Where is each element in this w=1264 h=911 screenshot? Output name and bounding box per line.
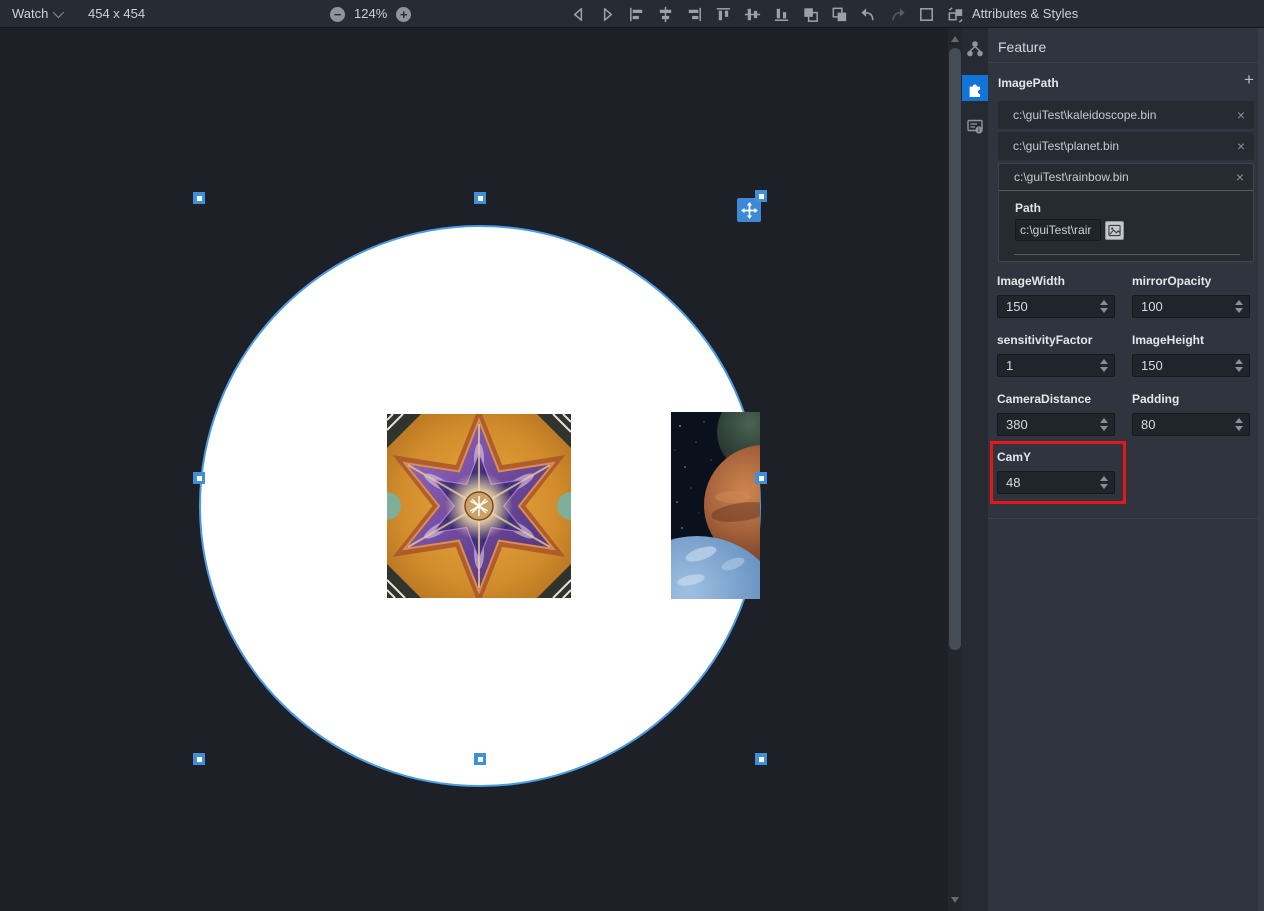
field-label: CamY xyxy=(997,450,1115,464)
form-info-icon[interactable]: i xyxy=(962,113,988,139)
path-input-row: c:\guiTest\rair xyxy=(1015,219,1124,241)
panel-icon-strip: i xyxy=(962,28,988,911)
selection-handle-middle-left[interactable] xyxy=(193,472,205,484)
panel-title: Attributes & Styles xyxy=(972,0,1078,28)
redo-icon[interactable] xyxy=(887,4,908,25)
divider xyxy=(988,518,1258,519)
close-icon[interactable]: × xyxy=(1236,169,1253,185)
imagepath-label: ImagePath xyxy=(998,76,1059,90)
sensitivityfactor-input[interactable]: 1 xyxy=(997,354,1115,377)
undo-icon[interactable] xyxy=(858,4,879,25)
padding-input[interactable]: 80 xyxy=(1132,413,1250,436)
feature-section-title: Feature xyxy=(998,39,1046,55)
field-label: mirrorOpacity xyxy=(1132,274,1250,288)
panel-scrollbar[interactable] xyxy=(1258,28,1264,911)
align-right-icon[interactable] xyxy=(684,4,705,25)
spinner-arrows[interactable] xyxy=(1100,418,1114,431)
align-top-icon[interactable] xyxy=(713,4,734,25)
add-imagepath-button[interactable]: + xyxy=(1240,71,1258,89)
selection-handle-middle-right[interactable] xyxy=(755,472,767,484)
mirroropacity-input[interactable]: 100 xyxy=(1132,295,1250,318)
spinner-arrows[interactable] xyxy=(1235,418,1249,431)
planet-image[interactable] xyxy=(671,412,760,599)
path-input[interactable]: c:\guiTest\rair xyxy=(1015,219,1101,241)
align-left-icon[interactable] xyxy=(626,4,647,25)
imagepath-value: c:\guiTest\kaleidoscope.bin xyxy=(998,108,1237,122)
select-rect-icon[interactable] xyxy=(916,4,937,25)
imagepath-value: c:\guiTest\planet.bin xyxy=(998,139,1237,153)
divider xyxy=(1014,254,1240,255)
imageheight-input[interactable]: 150 xyxy=(1132,354,1250,377)
nav-back-icon[interactable] xyxy=(568,4,589,25)
field-label: Padding xyxy=(1132,392,1250,406)
field-imageheight: ImageHeight 150 xyxy=(1132,333,1250,377)
zoom-in-button[interactable]: + xyxy=(396,7,411,22)
field-label: ImageHeight xyxy=(1132,333,1250,347)
scrollbar-thumb[interactable] xyxy=(949,48,961,650)
canvas-size-label: 454 x 454 xyxy=(88,0,145,28)
scroll-down-arrow[interactable] xyxy=(951,897,959,903)
field-label: sensitivityFactor xyxy=(997,333,1115,347)
attributes-panel: Feature ImagePath + c:\guiTest\kaleidosc… xyxy=(988,28,1264,911)
watch-dropdown[interactable]: Watch xyxy=(12,0,61,28)
bring-to-front-icon[interactable] xyxy=(800,4,821,25)
spinner-arrows[interactable] xyxy=(1235,300,1249,313)
imagepath-item-kaleidoscope[interactable]: c:\guiTest\kaleidoscope.bin × xyxy=(998,101,1254,129)
close-icon[interactable]: × xyxy=(1237,138,1254,154)
scroll-up-arrow[interactable] xyxy=(951,36,959,42)
path-field-label: Path xyxy=(1015,201,1041,215)
send-to-back-icon[interactable] xyxy=(829,4,850,25)
selection-handle-top-right[interactable] xyxy=(755,190,767,202)
spinner-arrows[interactable] xyxy=(1100,359,1114,372)
cameradistance-input[interactable]: 380 xyxy=(997,413,1115,436)
selection-handle-bottom-right[interactable] xyxy=(755,753,767,765)
field-imagewidth: ImageWidth 150 xyxy=(997,274,1115,318)
nav-forward-icon[interactable] xyxy=(597,4,618,25)
align-middle-vertical-icon[interactable] xyxy=(742,4,763,25)
zoom-level-label: 124% xyxy=(354,0,387,28)
kaleidoscope-image[interactable] xyxy=(387,414,571,598)
spinner-arrows[interactable] xyxy=(1100,300,1114,313)
hierarchy-icon[interactable] xyxy=(962,36,988,62)
field-camy: CamY 48 xyxy=(997,450,1115,494)
puzzle-icon[interactable] xyxy=(962,75,988,101)
imagepath-item-rainbow[interactable]: c:\guiTest\rainbow.bin × xyxy=(999,164,1253,191)
design-canvas[interactable] xyxy=(0,28,948,911)
field-padding: Padding 80 xyxy=(1132,392,1250,436)
chevron-down-icon xyxy=(53,7,64,18)
path-input-value: c:\guiTest\rair xyxy=(1020,223,1091,237)
selection-handle-top-center[interactable] xyxy=(474,192,486,204)
align-center-horizontal-icon[interactable] xyxy=(655,4,676,25)
selection-handle-bottom-center[interactable] xyxy=(474,753,486,765)
field-cameradistance: CameraDistance 380 xyxy=(997,392,1115,436)
image-picker-button[interactable] xyxy=(1105,221,1124,240)
field-label: CameraDistance xyxy=(997,392,1115,406)
field-sensitivityfactor: sensitivityFactor 1 xyxy=(997,333,1115,377)
imagepath-item-rainbow-expanded: c:\guiTest\rainbow.bin × Path c:\guiTest… xyxy=(998,163,1254,262)
spinner-arrows[interactable] xyxy=(1235,359,1249,372)
close-icon[interactable]: × xyxy=(1237,107,1254,123)
watch-label: Watch xyxy=(12,0,48,28)
align-bottom-icon[interactable] xyxy=(771,4,792,25)
imagewidth-input[interactable]: 150 xyxy=(997,295,1115,318)
camy-input[interactable]: 48 xyxy=(997,471,1115,494)
field-mirroropacity: mirrorOpacity 100 xyxy=(1132,274,1250,318)
swap-component-icon[interactable] xyxy=(945,4,966,25)
top-toolbar: Watch 454 x 454 − 124% + xyxy=(0,0,1264,28)
imagepath-value: c:\guiTest\rainbow.bin xyxy=(999,170,1236,184)
canvas-vertical-scrollbar[interactable] xyxy=(948,28,962,911)
zoom-controls: − 124% + xyxy=(330,0,411,28)
imagepath-item-planet[interactable]: c:\guiTest\planet.bin × xyxy=(998,132,1254,160)
alignment-toolbar xyxy=(568,0,966,28)
selection-handle-top-left[interactable] xyxy=(193,192,205,204)
spinner-arrows[interactable] xyxy=(1100,476,1114,489)
field-label: ImageWidth xyxy=(997,274,1115,288)
divider xyxy=(988,62,1258,63)
zoom-out-button[interactable]: − xyxy=(330,7,345,22)
selection-handle-bottom-left[interactable] xyxy=(193,753,205,765)
